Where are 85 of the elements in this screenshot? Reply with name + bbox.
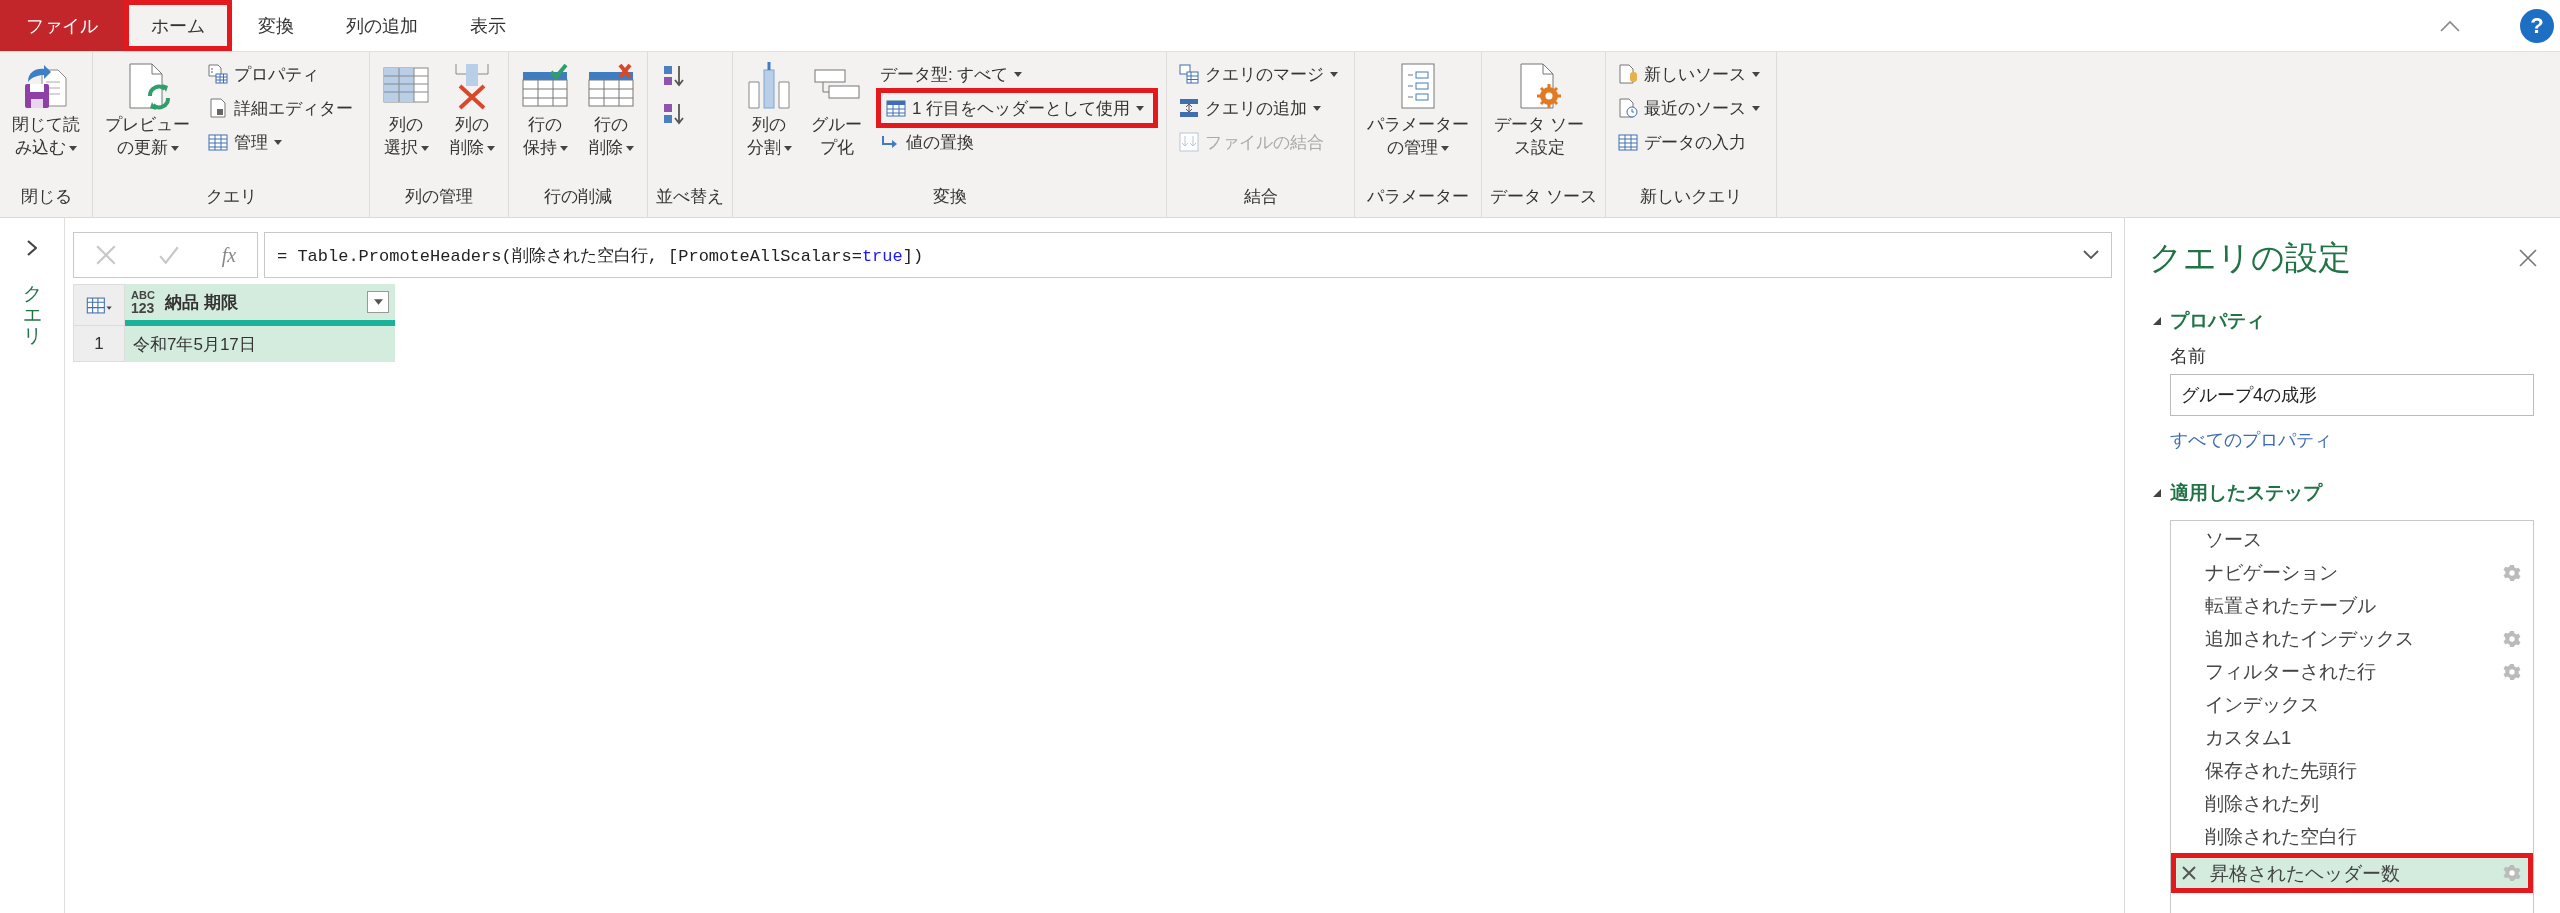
ribbon-button[interactable]: データの入力 [1613, 126, 1768, 158]
delete-icon[interactable] [2182, 866, 2196, 880]
group-label: 並べ替え [656, 186, 724, 208]
name-field[interactable]: グループ4の成形 [2170, 374, 2534, 416]
table-cell[interactable]: 令和7年5月17日 [125, 326, 395, 362]
ribbon-button[interactable]: 閉じて読 み込む [8, 58, 84, 164]
group-label: 閉じる [20, 186, 72, 208]
applied-step[interactable]: 保存された先頭行 [2171, 754, 2533, 787]
table-menu-button[interactable] [73, 284, 125, 326]
expand-triangle-icon[interactable] [2152, 488, 2162, 498]
ribbon-button[interactable]: 列の 削除 [444, 58, 500, 164]
chevron-icon[interactable] [27, 240, 37, 256]
filter-button[interactable] [367, 291, 389, 313]
applied-step[interactable]: ソース [2171, 523, 2533, 556]
ribbon-button[interactable]: 最近のソース [1613, 92, 1768, 124]
properties-icon [208, 64, 228, 84]
split-column-icon [745, 62, 793, 110]
ribbon-button[interactable]: クエリのマージ [1175, 58, 1347, 90]
applied-step[interactable]: 追加されたインデックス [2171, 622, 2533, 655]
all-properties-link[interactable]: すべてのプロパティ [2170, 428, 2534, 452]
sort-icon [662, 102, 686, 126]
fx-button[interactable]: fx [221, 243, 237, 267]
chevron-down-icon[interactable] [2083, 250, 2099, 260]
field-label: 名前 [2170, 345, 2207, 368]
ribbon-button[interactable]: 詳細エディター [204, 92, 361, 124]
applied-step[interactable]: 削除された空白行 [2171, 820, 2533, 853]
ribbon-button[interactable]: クエリの追加 [1175, 92, 1347, 124]
ribbon-button[interactable]: 新しいソース [1613, 58, 1768, 90]
ribbon-button[interactable]: 行の 削除 [583, 58, 639, 164]
expand-triangle-icon[interactable] [2152, 316, 2162, 326]
sort-icon [662, 64, 686, 88]
ribbon-button[interactable]: プレビュー の更新 [101, 58, 194, 164]
type-label[interactable]: ABC 123 [131, 289, 155, 315]
help-button[interactable]: ? [2520, 8, 2554, 43]
section-heading: プロパティ [2170, 309, 2265, 333]
close-icon[interactable] [2518, 248, 2538, 268]
ribbon-button[interactable]: 列の 選択 [378, 58, 434, 164]
group-label: データ ソース [1490, 186, 1597, 208]
ribbon-tab[interactable]: ホーム [124, 0, 232, 51]
table-icon [86, 296, 112, 314]
group-label: 変換 [932, 186, 967, 208]
caret-icon [373, 299, 383, 305]
table-icon [208, 132, 228, 152]
ribbon-button[interactable]: 値の置換 [876, 126, 1159, 158]
applied-step[interactable]: 転置されたテーブル [2171, 589, 2533, 622]
applied-step[interactable]: 削除された列 [2171, 787, 2533, 820]
queries-pane-label[interactable]: クエリ [22, 284, 42, 347]
section-heading: 適用したステップ [2170, 481, 2322, 505]
group-label: 列の管理 [405, 186, 473, 208]
group-label: 結合 [1243, 186, 1278, 208]
ribbon-button[interactable]: データ ソー ス設定 [1490, 58, 1588, 164]
ribbon-button[interactable]: 管理 [204, 126, 361, 158]
file-tab[interactable]: ファイル [0, 0, 124, 51]
ribbon-button[interactable]: プロパティ [204, 58, 361, 90]
table-icon [1617, 132, 1638, 152]
delete-rows-icon [587, 62, 635, 110]
ribbon-button[interactable]: パラメーター の管理 [1363, 58, 1474, 164]
ribbon-button[interactable]: データ型: すべて [876, 58, 1159, 90]
ribbon-button[interactable]: 列の 分割 [741, 58, 797, 164]
check-icon[interactable] [158, 244, 181, 266]
formula-field[interactable]: = Table.PromoteHeaders(削除された空白行, [PromoteAllScalars=true]) [264, 232, 2112, 278]
applied-step[interactable]: ナビゲーション [2171, 556, 2533, 589]
keep-rows-icon [521, 62, 569, 110]
merge-icon [1179, 64, 1200, 84]
applied-step[interactable]: カスタム1 [2171, 721, 2533, 754]
ribbon-button[interactable]: グルー プ化 [807, 58, 866, 164]
recent-source-icon [1617, 98, 1638, 118]
table-icon [886, 98, 906, 118]
append-icon [1179, 98, 1200, 118]
ribbon-button[interactable]: 行の 保持 [517, 58, 573, 164]
applied-step[interactable]: インデックス [2171, 688, 2533, 721]
save-icon [22, 62, 70, 110]
combine-files-icon [1179, 132, 1200, 152]
applied-step[interactable]: 昇格されたヘッダー数 [2171, 853, 2533, 893]
new-source-icon [1617, 64, 1638, 84]
collapse-ribbon-icon[interactable] [2440, 19, 2460, 32]
document-icon [208, 98, 228, 118]
group-label: クエリ [205, 186, 257, 208]
row-number: 1 [73, 326, 125, 362]
group-label: 行の削減 [544, 186, 612, 208]
applied-step[interactable]: フィルターされた行 [2171, 655, 2533, 688]
panel-title: クエリの設定 [2149, 237, 2351, 278]
ribbon-button[interactable]: 1 行目をヘッダーとして使用 [876, 88, 1159, 128]
group-label: 新しいクエリ [1639, 186, 1742, 208]
group-label: パラメーター [1367, 186, 1470, 208]
